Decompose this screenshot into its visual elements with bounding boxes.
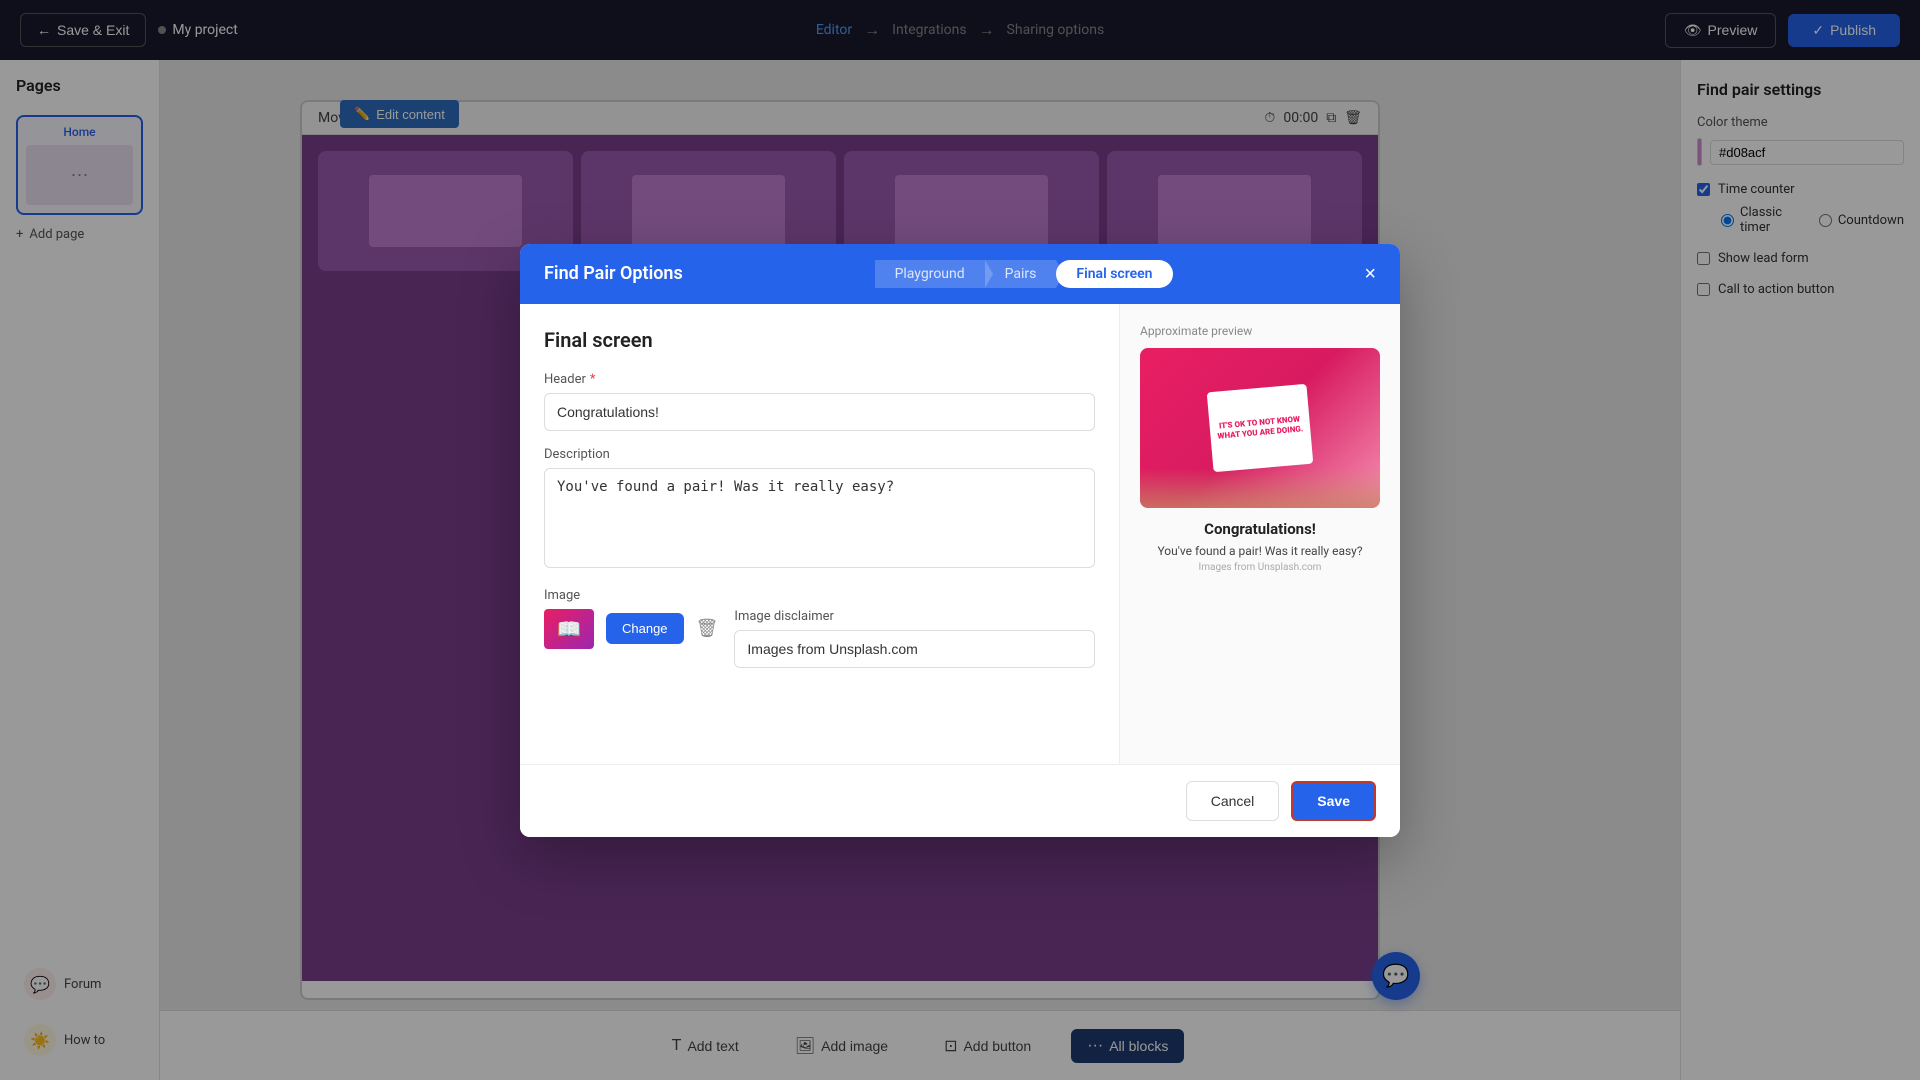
preview-hands: [1140, 468, 1380, 508]
modal-right: Approximate preview IT'S OK TO NOT KNOW …: [1120, 304, 1400, 764]
modal-step-finalscreen[interactable]: Final screen: [1056, 260, 1172, 288]
image-row: 📖 Change 🗑 Image disclaimer: [544, 609, 1095, 668]
image-disclaimer-label: Image disclaimer: [734, 609, 1095, 624]
modal-close-button[interactable]: ×: [1364, 264, 1376, 284]
image-section: 📖 Change 🗑: [544, 609, 718, 649]
preview-image: IT'S OK TO NOT KNOW WHAT YOU ARE DOING.: [1140, 348, 1380, 508]
disclaimer-group: Image disclaimer: [734, 609, 1095, 668]
preview-disclaimer: Images from Unsplash.com: [1140, 562, 1380, 573]
preview-congrats: Congratulations!: [1140, 520, 1380, 538]
modal-header: Find Pair Options Playground Pairs Final…: [520, 244, 1400, 304]
change-image-button[interactable]: Change: [606, 613, 684, 644]
header-form-group: Header *: [544, 372, 1095, 431]
preview-desc: You've found a pair! Was it really easy?: [1140, 544, 1380, 558]
preview-label: Approximate preview: [1140, 324, 1380, 338]
description-form-group: Description: [544, 447, 1095, 572]
image-label: Image: [544, 588, 1095, 603]
preview-book: IT'S OK TO NOT KNOW WHAT YOU ARE DOING.: [1207, 383, 1314, 471]
header-required: *: [590, 372, 596, 387]
image-thumb: 📖: [544, 609, 594, 649]
modal-left: Final screen Header * Description Image: [520, 304, 1120, 764]
delete-image-button[interactable]: 🗑: [696, 618, 719, 639]
cancel-button[interactable]: Cancel: [1186, 781, 1280, 821]
modal-overlay: Find Pair Options Playground Pairs Final…: [0, 0, 1920, 1080]
image-form-group: Image 📖 Change 🗑 Image disclaimer: [544, 588, 1095, 668]
modal-step-pairs[interactable]: Pairs: [985, 260, 1057, 288]
modal-steps: Playground Pairs Final screen: [875, 260, 1173, 288]
header-input[interactable]: [544, 393, 1095, 431]
modal-title: Find Pair Options: [544, 263, 683, 284]
modal-body: Final screen Header * Description Image: [520, 304, 1400, 764]
header-label: Header *: [544, 372, 1095, 387]
modal: Find Pair Options Playground Pairs Final…: [520, 244, 1400, 837]
image-disclaimer-input[interactable]: [734, 630, 1095, 668]
modal-footer: Cancel Save: [520, 764, 1400, 837]
modal-step-playground[interactable]: Playground: [875, 260, 985, 288]
description-textarea[interactable]: [544, 468, 1095, 568]
modal-section-title: Final screen: [544, 328, 1095, 352]
description-label: Description: [544, 447, 1095, 462]
save-button[interactable]: Save: [1291, 781, 1376, 821]
